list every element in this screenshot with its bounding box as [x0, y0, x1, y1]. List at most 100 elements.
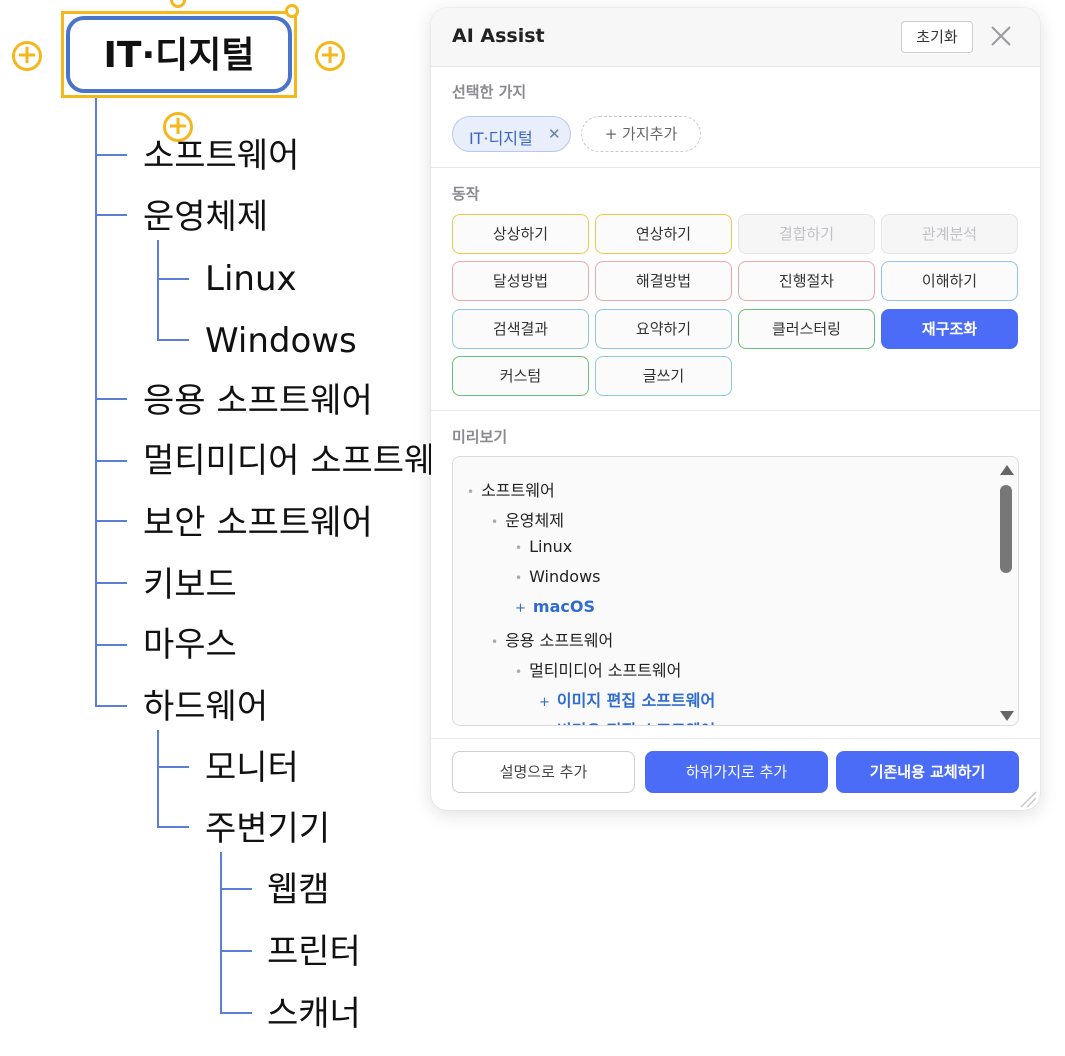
- node-webcam[interactable]: 웹캠: [267, 870, 330, 910]
- tree-trunk-line: [95, 98, 97, 707]
- action-button[interactable]: 요약하기: [595, 309, 732, 349]
- node-hardware[interactable]: 하드웨어: [143, 687, 268, 727]
- plus-icon: +: [515, 601, 526, 616]
- preview-item: • 멀티미디어 소프트웨어: [515, 657, 681, 681]
- action-button[interactable]: 연상하기: [595, 214, 732, 254]
- selected-branch-chip[interactable]: IT·디지털 ✕: [452, 116, 571, 152]
- preview-item-new: + macOS: [515, 597, 595, 616]
- action-button[interactable]: 글쓰기: [595, 356, 732, 396]
- preview-item: • 응용 소프트웨어: [491, 627, 613, 651]
- scroll-up-arrow-icon[interactable]: [1000, 465, 1014, 475]
- node-os[interactable]: 운영체제: [143, 197, 268, 237]
- branch-connector: [220, 1012, 252, 1014]
- subtree-line-hardware: [157, 730, 159, 828]
- section-divider: [431, 167, 1040, 168]
- selected-branch-label: 선택한 가지: [452, 83, 527, 101]
- branch-connector: [157, 826, 189, 828]
- action-button: 관계분석: [881, 214, 1018, 254]
- node-security-software[interactable]: 보안 소프트웨어: [143, 503, 373, 543]
- add-as-child-button[interactable]: 하위가지로 추가: [645, 751, 828, 793]
- action-button[interactable]: 클러스터링: [738, 309, 875, 349]
- subtree-line-os: [157, 240, 159, 341]
- bullet-icon: •: [491, 635, 499, 649]
- resize-handle[interactable]: [285, 4, 299, 18]
- node-windows[interactable]: Windows: [205, 321, 357, 361]
- preview-item: • Windows: [515, 567, 601, 586]
- branch-connector: [157, 339, 189, 341]
- branch-connector: [95, 214, 127, 216]
- root-node-label: IT·디지털: [103, 35, 255, 76]
- panel-title: AI Assist: [452, 25, 545, 47]
- branch-connector: [95, 644, 127, 646]
- ai-assist-panel: AI Assist 초기화 선택한 가지 IT·디지털 ✕ + 가지추가 동작 …: [431, 8, 1040, 810]
- preview-item-label: 이미지 편집 소프트웨어: [556, 691, 716, 710]
- action-section-label: 동작: [452, 185, 480, 203]
- preview-item-label: Windows: [529, 567, 601, 586]
- preview-item-label: macOS: [532, 597, 595, 616]
- node-scanner[interactable]: 스캐너: [267, 994, 361, 1034]
- resize-grip-icon[interactable]: [1017, 788, 1037, 808]
- add-branch-button[interactable]: + 가지추가: [581, 116, 701, 152]
- branch-connector: [95, 154, 127, 156]
- add-left-button[interactable]: +: [12, 41, 42, 71]
- action-button[interactable]: 달성방법: [452, 261, 589, 301]
- node-printer[interactable]: 프린터: [267, 932, 361, 972]
- panel-header: AI Assist 초기화: [431, 8, 1040, 67]
- branch-connector: [220, 888, 252, 890]
- bullet-icon: •: [467, 485, 475, 499]
- preview-section-label: 미리보기: [452, 428, 508, 446]
- plus-icon: +: [539, 725, 550, 726]
- preview-item-label: 운영체제: [505, 511, 564, 530]
- replace-content-button[interactable]: 기존내용 교체하기: [836, 751, 1019, 793]
- branch-connector: [95, 582, 127, 584]
- reset-button[interactable]: 초기화: [901, 21, 973, 53]
- scroll-down-arrow-icon[interactable]: [1000, 711, 1014, 721]
- preview-item-label: Linux: [529, 537, 573, 556]
- node-peripherals[interactable]: 주변기기: [205, 809, 330, 849]
- bullet-icon: •: [515, 665, 523, 679]
- root-node[interactable]: IT·디지털: [66, 16, 292, 93]
- preview-item-label: 응용 소프트웨어: [505, 631, 614, 650]
- node-linux[interactable]: Linux: [205, 259, 297, 299]
- footer-divider: [431, 738, 1040, 739]
- branch-connector: [95, 520, 127, 522]
- action-button[interactable]: 재구조화: [881, 309, 1018, 349]
- branch-connector: [220, 950, 252, 952]
- action-button[interactable]: 진행절차: [738, 261, 875, 301]
- preview-box[interactable]: • 소프트웨어 • 운영체제 • Linux • Windows + macOS • 응용 소프트웨어…: [452, 456, 1019, 726]
- add-as-note-button[interactable]: 설명으로 추가: [452, 751, 635, 793]
- preview-scrollbar[interactable]: [997, 463, 1017, 721]
- bullet-icon: •: [515, 541, 523, 555]
- close-button[interactable]: [987, 22, 1015, 50]
- scroll-thumb[interactable]: [1000, 485, 1012, 573]
- preview-item: • Linux: [515, 537, 572, 556]
- node-software[interactable]: 소프트웨어: [143, 136, 299, 176]
- bullet-icon: •: [515, 571, 523, 585]
- action-button[interactable]: 검색결과: [452, 309, 589, 349]
- branch-connector: [95, 398, 127, 400]
- node-application-software[interactable]: 응용 소프트웨어: [143, 381, 373, 421]
- chip-remove-icon[interactable]: ✕: [548, 125, 561, 143]
- chip-label: IT·디지털: [469, 129, 533, 148]
- node-keyboard[interactable]: 키보드: [143, 565, 237, 605]
- close-icon: [991, 26, 1011, 46]
- action-button[interactable]: 해결방법: [595, 261, 732, 301]
- preview-item-label: 멀티미디어 소프트웨어: [529, 661, 682, 680]
- preview-item-new: + 이미지 편집 소프트웨어: [539, 687, 715, 711]
- action-button[interactable]: 상상하기: [452, 214, 589, 254]
- branch-connector: [157, 278, 189, 280]
- node-mouse[interactable]: 마우스: [143, 625, 237, 665]
- plus-icon: +: [539, 695, 550, 710]
- add-right-button[interactable]: +: [315, 41, 345, 71]
- top-connector-handle[interactable]: [170, 0, 186, 8]
- node-multimedia-software[interactable]: 멀티미디어 소프트웨어: [143, 441, 467, 481]
- bullet-icon: •: [491, 515, 499, 529]
- branch-connector: [157, 766, 189, 768]
- preview-item-label: 비디오 편집 소프트웨어: [557, 721, 715, 725]
- action-button[interactable]: 커스텀: [452, 356, 589, 396]
- action-button[interactable]: 이해하기: [881, 261, 1018, 301]
- preview-item: • 운영체제: [491, 507, 564, 531]
- action-button: 결합하기: [738, 214, 875, 254]
- preview-item-label: 소프트웨어: [481, 481, 555, 500]
- node-monitor[interactable]: 모니터: [205, 748, 299, 788]
